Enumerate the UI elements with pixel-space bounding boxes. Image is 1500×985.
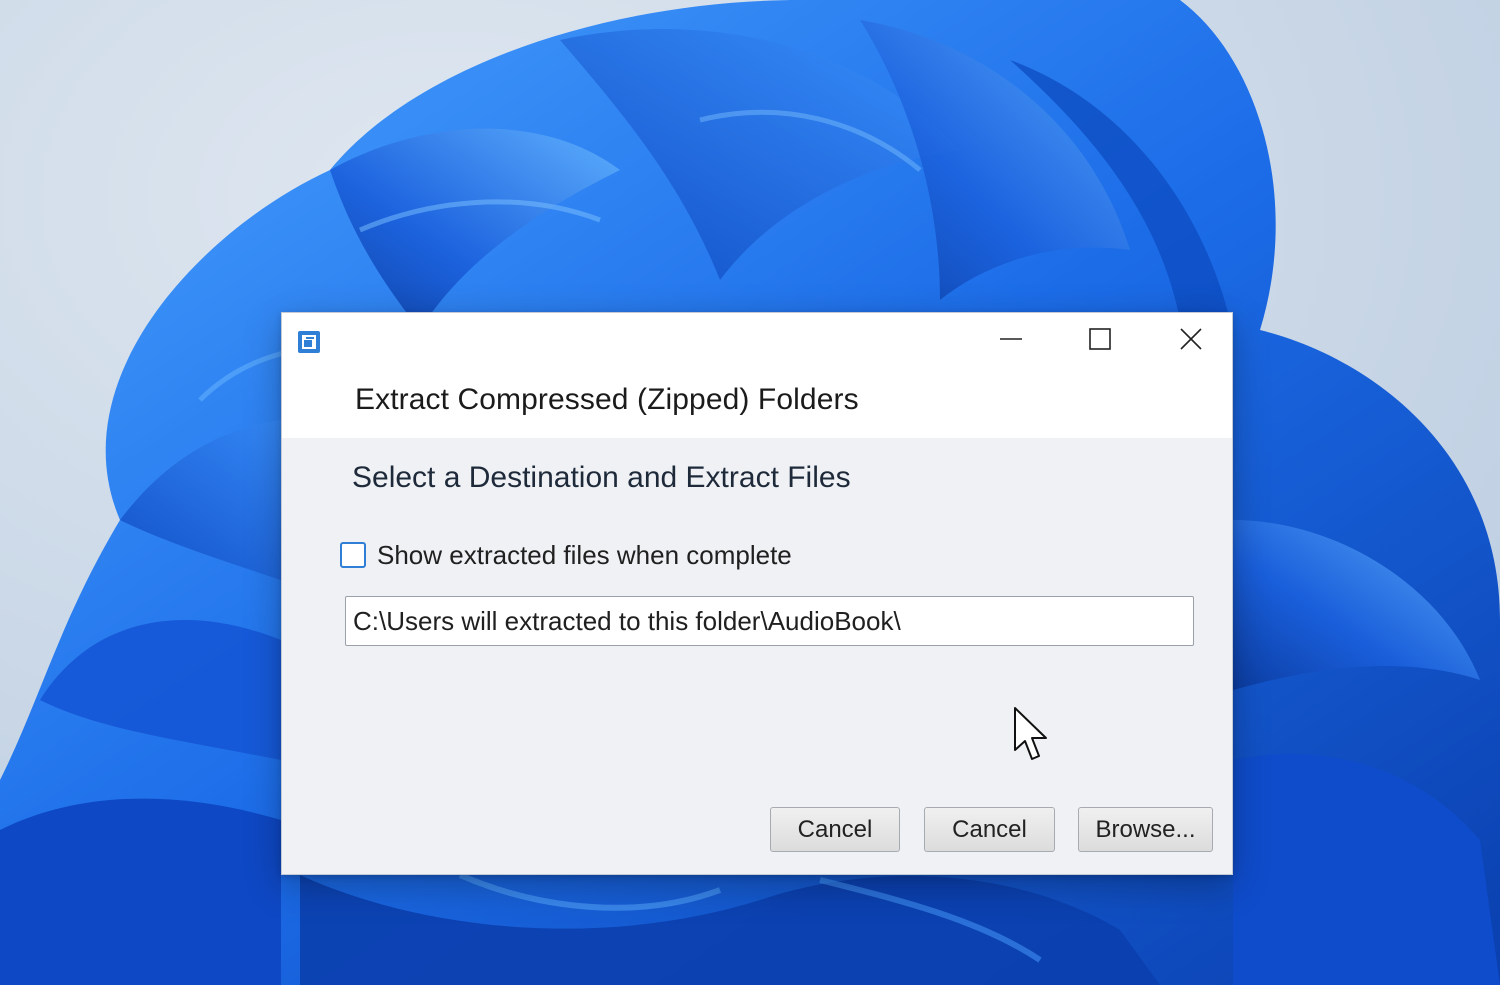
zip-folder-icon xyxy=(297,330,321,354)
show-files-option[interactable]: Show extracted files when complete xyxy=(340,539,792,571)
close-icon xyxy=(1179,327,1203,356)
extract-dialog: Extract Compressed (Zipped) Folders Sele… xyxy=(281,312,1233,875)
title-bar: Extract Compressed (Zipped) Folders xyxy=(282,313,1232,438)
destination-path-field[interactable] xyxy=(345,596,1194,646)
cancel-button-1[interactable]: Cancel xyxy=(770,807,900,852)
maximize-icon xyxy=(1088,327,1112,356)
browse-button[interactable]: Browse... xyxy=(1078,807,1213,852)
show-files-label[interactable]: Show extracted files when complete xyxy=(377,540,792,571)
maximize-button[interactable] xyxy=(1077,323,1123,359)
close-button[interactable] xyxy=(1168,323,1214,359)
cancel-button-2[interactable]: Cancel xyxy=(924,807,1055,852)
minimize-icon xyxy=(999,327,1023,356)
mouse-pointer-icon xyxy=(1012,706,1052,766)
show-files-checkbox[interactable] xyxy=(340,542,366,568)
dialog-title: Extract Compressed (Zipped) Folders xyxy=(355,383,859,416)
section-heading: Select a Destination and Extract Files xyxy=(352,461,851,494)
minimize-button[interactable] xyxy=(988,323,1034,359)
